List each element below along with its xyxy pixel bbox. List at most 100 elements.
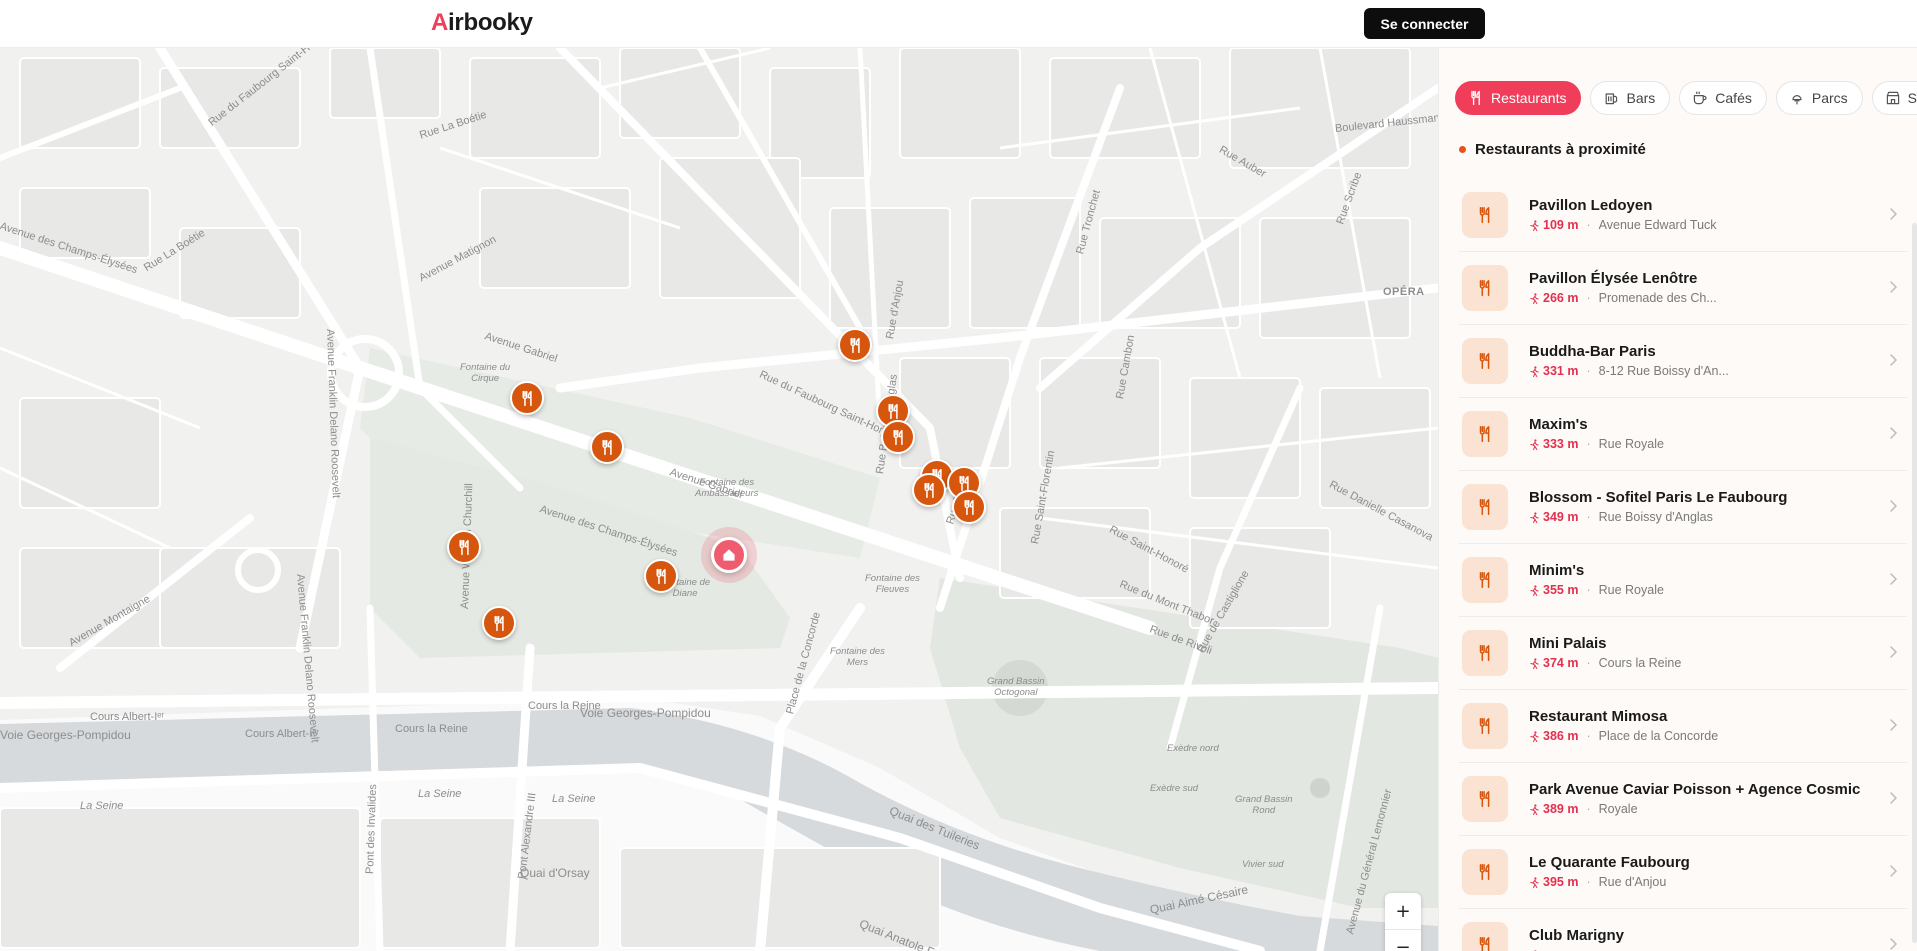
fork-knife-icon xyxy=(1479,572,1490,588)
list-item[interactable]: Buddha-Bar Paris 331 m · 8-12 Rue Boissy d'… xyxy=(1459,325,1907,398)
walking-icon xyxy=(1530,730,1539,742)
coffee-icon xyxy=(1694,91,1707,105)
zoom-out-button[interactable]: − xyxy=(1385,929,1421,951)
chip-sup[interactable]: Sup xyxy=(1871,81,1917,115)
distance-value: 386 m xyxy=(1543,729,1579,743)
separator: · xyxy=(1586,437,1591,451)
chevron-right-icon xyxy=(1890,208,1898,220)
chevron-right-icon xyxy=(1890,792,1898,804)
list-item[interactable]: Le Quarante Faubourg 395 m · Rue d'Anjou xyxy=(1459,836,1907,909)
fork-knife-icon xyxy=(1479,864,1490,880)
restaurant-thumb xyxy=(1462,557,1508,603)
restaurant-address: Cours la Reine xyxy=(1598,656,1682,670)
fork-knife-icon xyxy=(655,568,666,584)
restaurant-thumb xyxy=(1462,630,1508,676)
restaurant-meta: 374 m · Cours la Reine xyxy=(1529,654,1681,672)
restaurant-marker[interactable] xyxy=(644,559,678,593)
restaurant-meta: 386 m · Place de la Concorde xyxy=(1529,727,1718,745)
street-label: OPÉRA xyxy=(1383,286,1425,298)
section-title-text: Restaurants à proximité xyxy=(1475,141,1646,158)
list-item[interactable]: Blossom - Sofitel Paris Le Faubourg 349 m… xyxy=(1459,471,1907,544)
river-label: La Seine xyxy=(552,793,596,805)
restaurant-marker[interactable] xyxy=(510,381,544,415)
river-label: La Seine xyxy=(80,800,124,812)
list-item[interactable]: Pavillon Ledoyen 109 m · Avenue Edward Tuck xyxy=(1459,179,1907,252)
chevron-right-icon xyxy=(1890,427,1898,439)
river-label: La Seine xyxy=(418,788,462,800)
restaurant-name: Pavillon Ledoyen xyxy=(1529,197,1653,214)
list-item[interactable]: Park Avenue Caviar Poisson + Agence Cosm… xyxy=(1459,763,1907,836)
street-label: Cours la Reine xyxy=(395,723,468,735)
distance-value: 109 m xyxy=(1543,218,1579,232)
list-item[interactable]: Maxim's 333 m · Rue Royale xyxy=(1459,398,1907,471)
item-info: Maxim's 333 m · Rue Royale xyxy=(1529,415,1664,453)
place-label: Fontaine du Cirque xyxy=(460,362,511,384)
distance: 109 m xyxy=(1529,216,1578,234)
restaurant-marker[interactable] xyxy=(912,473,946,507)
restaurant-marker[interactable] xyxy=(447,530,481,564)
restaurant-marker[interactable] xyxy=(881,420,915,454)
list-item[interactable]: Club Marigny · xyxy=(1459,909,1907,951)
airbooky-logo[interactable]: Airbooky xyxy=(431,9,533,37)
list-item[interactable]: Mini Palais 374 m · Cours la Reine xyxy=(1459,617,1907,690)
list-item[interactable]: Minim's 355 m · Rue Royale xyxy=(1459,544,1907,617)
restaurant-name: Blossom - Sofitel Paris Le Faubourg xyxy=(1529,489,1788,506)
restaurant-thumb xyxy=(1462,849,1508,895)
section-title: Restaurants à proximité xyxy=(1459,141,1646,158)
login-button[interactable]: Se connecter xyxy=(1364,8,1485,39)
restaurant-marker[interactable] xyxy=(952,490,986,524)
fork-knife-icon xyxy=(1471,90,1480,106)
restaurant-list: Pavillon Ledoyen 109 m · Avenue Edward Tuck… xyxy=(1459,179,1907,951)
separator: · xyxy=(1586,364,1591,378)
chip-restaurants[interactable]: Restaurants xyxy=(1455,81,1582,115)
chevron-right-icon xyxy=(1890,938,1898,950)
chip-parcs[interactable]: Parcs xyxy=(1775,81,1863,115)
restaurant-address: Royale xyxy=(1598,802,1638,816)
store-icon xyxy=(1886,91,1899,105)
fork-knife-icon xyxy=(849,337,860,353)
walking-icon xyxy=(1530,219,1539,231)
street-label: Voie Georges-Pompidou xyxy=(580,706,711,720)
fork-knife-icon xyxy=(963,499,974,515)
separator: · xyxy=(1586,802,1591,816)
list-item[interactable]: Pavillon Élysée Lenôtre 266 m · Promenade d… xyxy=(1459,252,1907,325)
distance-value: 374 m xyxy=(1543,656,1579,670)
distance: 395 m xyxy=(1529,873,1578,891)
restaurant-meta: 331 m · 8-12 Rue Boissy d'An... xyxy=(1529,362,1729,380)
walking-icon xyxy=(1530,511,1539,523)
fork-knife-icon xyxy=(1479,207,1490,223)
nearby-panel: Restaurants Bars Cafés Parcs Sup Restaur… xyxy=(1438,48,1917,951)
restaurant-thumb xyxy=(1462,411,1508,457)
restaurant-marker[interactable] xyxy=(482,606,516,640)
zoom-in-button[interactable]: + xyxy=(1385,893,1421,929)
fork-knife-icon xyxy=(1479,718,1490,734)
fork-knife-icon xyxy=(1479,280,1490,296)
fork-knife-icon xyxy=(1479,645,1490,661)
fork-knife-icon xyxy=(923,482,934,498)
chevron-right-icon xyxy=(1890,573,1898,585)
distance: 349 m xyxy=(1529,508,1578,526)
walking-icon xyxy=(1530,657,1539,669)
place-label: Fontaine des Fleuves xyxy=(865,573,920,595)
chip-cafes[interactable]: Cafés xyxy=(1679,81,1767,115)
top-header: Airbooky Se connecter xyxy=(0,0,1917,48)
street-label: Cours Albert-Iᵉʳ xyxy=(245,728,319,740)
restaurant-marker[interactable] xyxy=(590,430,624,464)
map-view[interactable]: Rue du Faubourg Saint-Honoré Rue La Boét… xyxy=(0,48,1438,951)
list-item[interactable]: Restaurant Mimosa 386 m · Place de la Conco… xyxy=(1459,690,1907,763)
separator: · xyxy=(1586,510,1591,524)
distance: 331 m xyxy=(1529,362,1578,380)
place-label: Fontaine des Ambassadeurs xyxy=(695,477,759,499)
chip-bars[interactable]: Bars xyxy=(1590,81,1671,115)
chevron-right-icon xyxy=(1890,865,1898,877)
restaurant-marker[interactable] xyxy=(838,328,872,362)
fork-knife-icon xyxy=(1479,353,1490,369)
separator: · xyxy=(1586,291,1591,305)
panel-scrollbar[interactable] xyxy=(1912,223,1917,943)
restaurant-name: Club Marigny xyxy=(1529,927,1625,944)
separator: · xyxy=(1586,729,1591,743)
restaurant-meta: 266 m · Promenade des Ch... xyxy=(1529,289,1717,307)
home-location-marker[interactable] xyxy=(711,537,747,573)
distance-value: 395 m xyxy=(1543,875,1579,889)
chip-label: Restaurants xyxy=(1491,90,1567,106)
